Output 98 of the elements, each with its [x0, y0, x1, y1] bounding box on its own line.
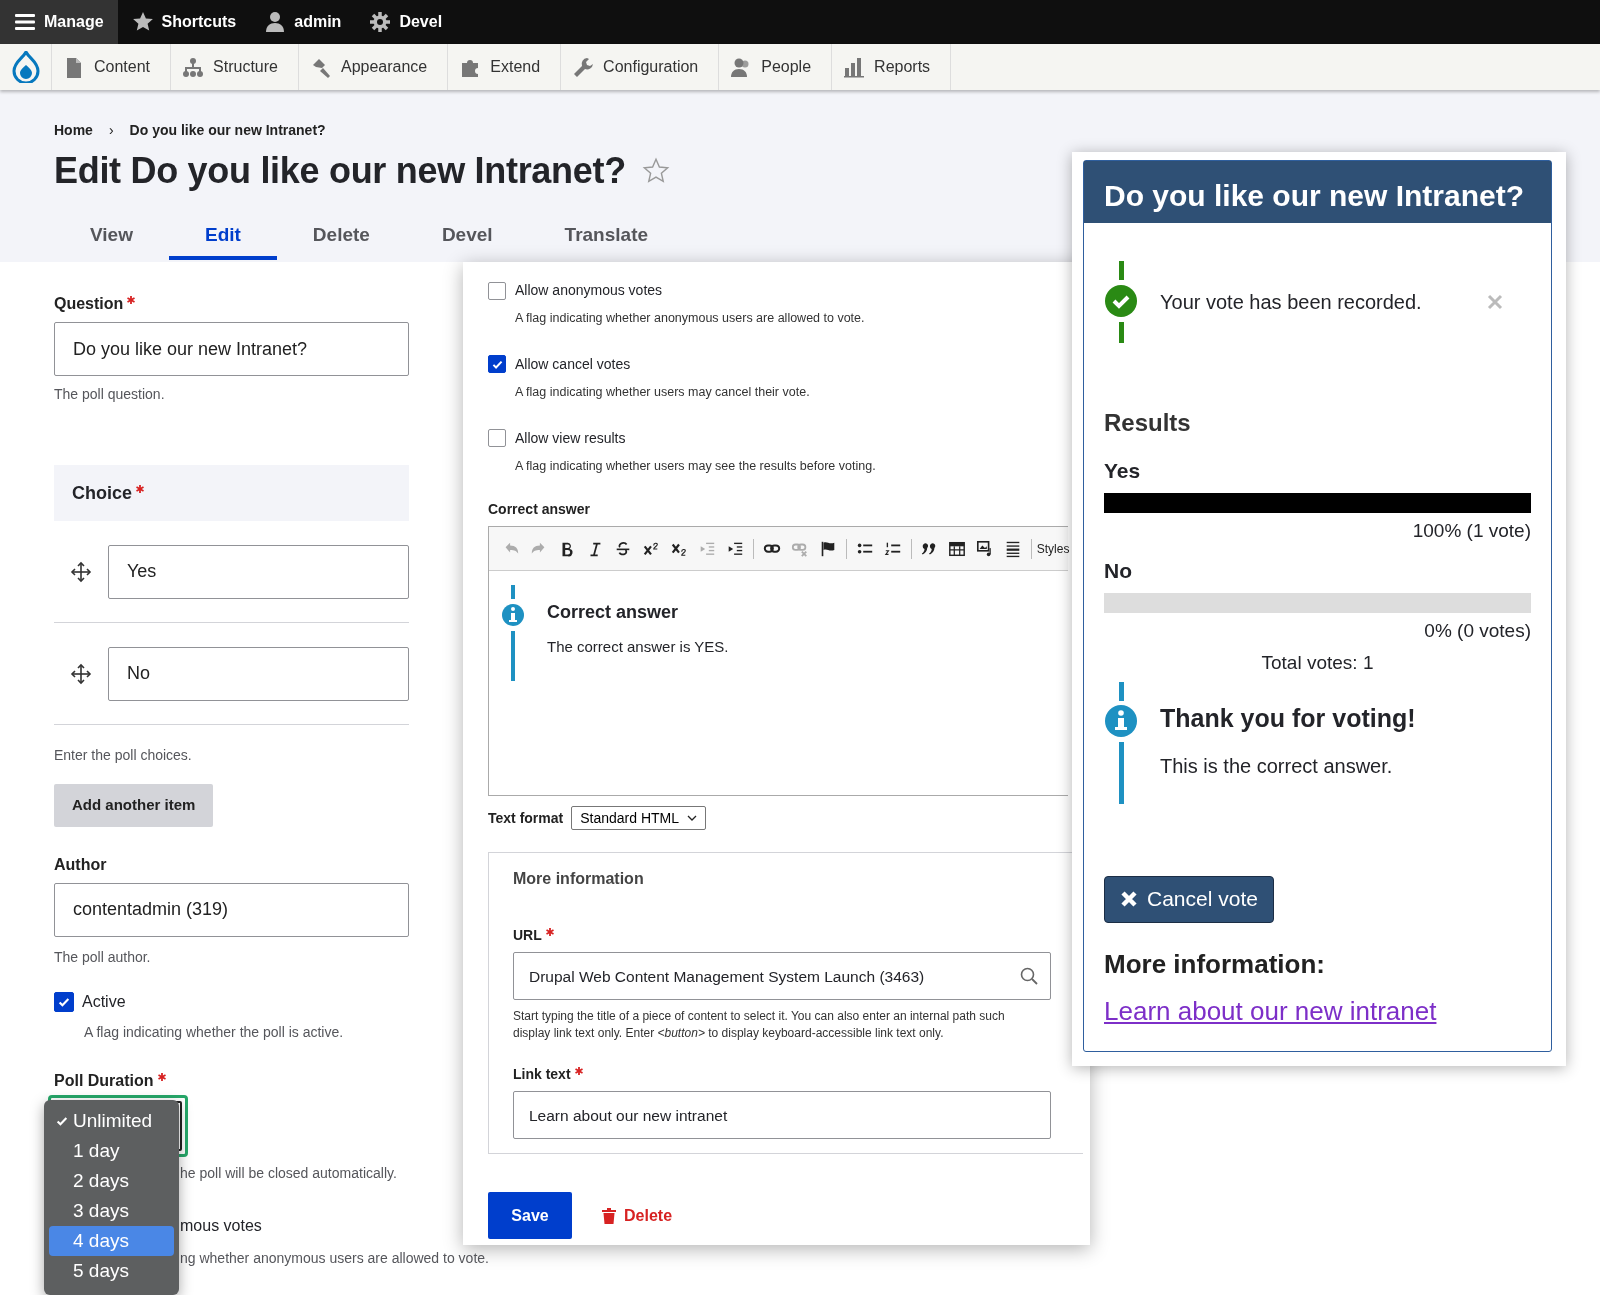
star-icon[interactable] — [641, 156, 670, 185]
check-icon — [55, 1114, 69, 1128]
status-message: Your vote has been recorded. — [1160, 290, 1423, 315]
info-icon — [1104, 681, 1138, 804]
checkbox-label: mous votes — [180, 1215, 263, 1236]
drop-logo — [10, 51, 41, 83]
dropdown-option[interactable]: 1 day — [49, 1136, 174, 1166]
breadcrumb-link[interactable]: Do you like our new Intranet? — [129, 120, 326, 141]
hierarchy-icon — [183, 56, 204, 78]
checkbox-label: Allow anonymous votes — [515, 281, 663, 300]
user-icon — [264, 11, 287, 33]
cancel-vote-button[interactable]: Cancel vote — [1104, 875, 1274, 923]
tab[interactable]: Translate — [528, 214, 685, 261]
text-field[interactable]: Learn about our new intranet — [513, 1091, 1051, 1140]
result-percentage: 100% (1 vote) — [1411, 518, 1531, 543]
section-title: Choice — [72, 481, 132, 505]
results-heading: Results — [1104, 408, 1192, 438]
add-item-button[interactable]: Add another item — [54, 784, 214, 827]
dropdown-option[interactable]: 3 days — [49, 1196, 174, 1226]
field-description: display link text only. Enter <button> to display keyboard-accessible link text only. — [513, 1025, 945, 1043]
checkbox[interactable] — [488, 355, 506, 374]
close-icon — [1487, 294, 1503, 310]
dropdown-option[interactable]: 4 days — [49, 1226, 174, 1256]
search-icon — [1020, 967, 1038, 986]
bar-chart-icon — [844, 56, 865, 78]
field-description: Start typing the title of a piece of content to select it. You can also enter an internal path such — [513, 1008, 1006, 1026]
toolbar-item[interactable]: Manage — [0, 0, 118, 44]
result-percentage: 0% (0 votes) — [1423, 618, 1531, 643]
field-label: Text format — [488, 808, 564, 828]
message-text: This is the correct answer. — [1160, 754, 1394, 779]
star-icon — [131, 11, 154, 33]
checkbox[interactable] — [488, 429, 506, 447]
text-field[interactable]: No — [108, 646, 409, 701]
total-votes: Total votes: 1 — [1260, 651, 1375, 675]
more-info-label: More information: — [1104, 947, 1326, 981]
wrench-icon — [573, 56, 594, 78]
info-icon — [501, 585, 525, 682]
checkbox-label: Allow cancel votes — [515, 354, 631, 374]
message-title: Thank you for voting! — [1160, 702, 1416, 734]
text-field[interactable]: Yes — [108, 544, 409, 599]
field-description: A flag indicating whether users may cancel their vote. — [515, 383, 811, 401]
dropdown-option[interactable]: 2 days — [49, 1166, 174, 1196]
checkbox-label: Allow view results — [515, 428, 626, 448]
field-label: Question — [54, 294, 124, 314]
choice-label: Yes — [1104, 458, 1142, 484]
field-label: Author — [54, 854, 107, 875]
select-field[interactable]: Standard HTML — [571, 806, 707, 831]
checkbox-label: Active — [82, 991, 126, 1012]
tab[interactable]: View — [54, 214, 169, 261]
callout-title: Correct answer — [547, 601, 680, 625]
save-button[interactable]: Save — [488, 1192, 572, 1240]
field-description: A flag indicating whether users may see the results before voting. — [515, 457, 877, 475]
checkbox[interactable] — [488, 281, 506, 300]
autocomplete-field[interactable]: Drupal Web Content Management System Launch (3463) — [513, 952, 1051, 1001]
field-description: ng whether anonymous users are allowed to vote. — [180, 1248, 489, 1268]
strike-icon — [614, 539, 632, 558]
breadcrumb-separator: › — [108, 121, 114, 140]
fieldset-title: More information — [513, 869, 645, 890]
dropdown-option[interactable]: Unlimited — [49, 1106, 174, 1136]
success-icon — [1104, 261, 1138, 343]
field-description: Enter the poll choices. — [54, 746, 193, 765]
dropdown-option[interactable]: 5 days — [49, 1256, 174, 1286]
close-icon — [1120, 890, 1138, 908]
caret-icon — [687, 815, 698, 822]
drag-handle-icon — [70, 662, 92, 685]
field-label: Correct answer — [488, 500, 591, 520]
tab[interactable]: Devel — [405, 214, 529, 261]
field-description: The poll question. — [54, 385, 166, 404]
toolbar-item[interactable]: admin — [250, 0, 356, 44]
delete-link[interactable]: Delete — [596, 1202, 679, 1229]
poll-title: Do you like our new Intranet? — [1084, 161, 1551, 223]
toolbar-item[interactable]: Devel — [355, 0, 457, 44]
choice-label: No — [1104, 558, 1133, 584]
styles-dropdown[interactable]: Styles — [1038, 535, 1069, 562]
tab[interactable]: Delete — [276, 214, 406, 261]
field-description: The poll author. — [54, 947, 152, 967]
field-label: Link text — [513, 1065, 571, 1085]
text-field[interactable]: contentadmin (319) — [54, 882, 409, 937]
menu-icon — [14, 11, 36, 33]
more-info-link[interactable]: Learn about our new intranet — [1104, 991, 1437, 1031]
gear-icon — [369, 11, 392, 33]
checkbox[interactable] — [54, 991, 74, 1012]
document-icon — [64, 56, 84, 78]
field-description: A flag indicating whether the poll is active. — [84, 1022, 345, 1042]
text-field[interactable]: Do you like our new Intranet? — [54, 322, 409, 376]
breadcrumb-link[interactable]: Home — [54, 120, 93, 141]
trash-icon — [602, 1207, 616, 1224]
field-label: URL — [513, 926, 542, 946]
toolbar-item[interactable]: Shortcuts — [117, 0, 251, 44]
rich-text-editor[interactable]: Styles Correct answer The correct answer is YES. — [488, 526, 1068, 797]
field-label: Poll Duration — [54, 1070, 154, 1091]
drag-handle-icon — [70, 560, 92, 583]
tab[interactable]: Edit — [168, 214, 277, 261]
page-title: Edit Do you like our new Intranet? — [54, 149, 626, 193]
callout-text: The correct answer is YES. — [547, 637, 729, 658]
field-description: he poll will be closed automatically. — [180, 1163, 398, 1183]
field-description: A flag indicating whether anonymous users are allowed to vote. — [515, 310, 866, 327]
table-icon — [948, 539, 967, 558]
